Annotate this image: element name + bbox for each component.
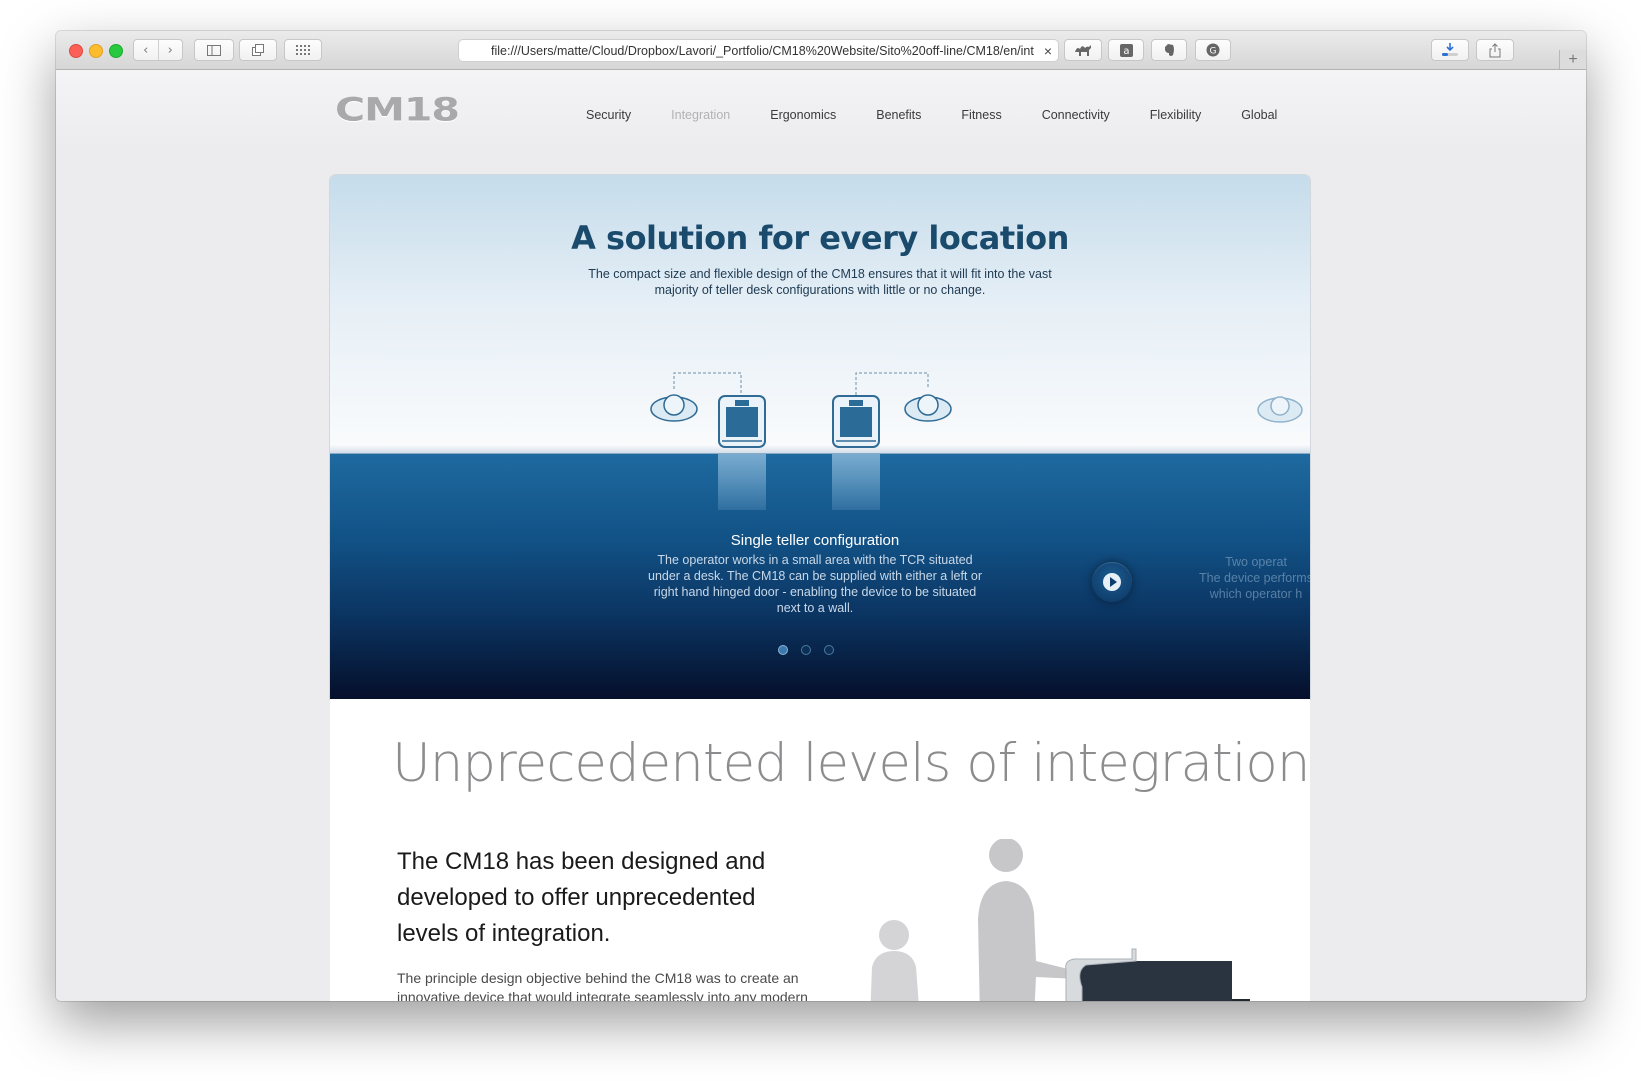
tabs-icon xyxy=(252,44,264,56)
share-icon xyxy=(1489,42,1501,57)
carousel-dot-3[interactable] xyxy=(824,645,834,655)
seated-person-silhouette xyxy=(870,920,919,1001)
browser-window: ‹ › file:///Users/matte/Cloud/Dropbox/La… xyxy=(56,31,1586,1001)
download-icon xyxy=(1442,43,1458,56)
standing-teller-silhouette xyxy=(978,839,1078,1001)
carousel-pager xyxy=(778,645,847,655)
teller-configuration-illustration xyxy=(650,372,1303,448)
carousel-dot-2[interactable] xyxy=(801,645,811,655)
evernote-icon xyxy=(1165,43,1174,56)
top-sites-button[interactable] xyxy=(284,39,322,61)
nav-security[interactable]: Security xyxy=(586,108,631,122)
operator-top-view-icon xyxy=(650,394,698,422)
back-forward-group: ‹ › xyxy=(133,39,183,61)
next-slide-line: which operator h xyxy=(1209,587,1303,601)
cm18-device-top-view-icon xyxy=(718,395,766,448)
browser-toolbar: ‹ › file:///Users/matte/Cloud/Dropbox/La… xyxy=(56,31,1586,70)
play-icon xyxy=(1110,577,1117,587)
next-slide-line: Two operat xyxy=(1225,555,1287,569)
slide-title: Single teller configuration xyxy=(730,532,900,549)
web-page: CM18 Security Integration Ergonomics Ben… xyxy=(56,70,1586,1001)
svg-text:a: a xyxy=(1123,46,1129,57)
extension-evernote-button[interactable] xyxy=(1151,39,1187,61)
nav-connectivity[interactable]: Connectivity xyxy=(1042,108,1110,122)
device-reflection xyxy=(832,454,880,510)
teller-scene-illustration xyxy=(870,839,1250,1001)
integration-section: Unprecedented levels of integration The … xyxy=(330,699,1310,1001)
extension-grammarly-button[interactable]: G xyxy=(1195,39,1231,61)
new-tab-button[interactable]: + xyxy=(1559,50,1586,69)
tabs-overview-button[interactable] xyxy=(239,39,277,61)
device-reflection xyxy=(718,454,766,510)
sidebar-icon xyxy=(207,44,221,56)
next-slide-button[interactable] xyxy=(1092,562,1132,602)
extension-amazon-button[interactable]: a xyxy=(1108,39,1144,61)
lead-text: The CM18 has been designed and developed… xyxy=(397,848,766,947)
next-slide-preview: Two operat The device performs which ope… xyxy=(1156,554,1310,602)
nav-ergonomics[interactable]: Ergonomics xyxy=(770,108,836,122)
next-slide-line: The device performs xyxy=(1199,571,1310,585)
cm18-device-top-view-icon xyxy=(832,395,880,448)
nav-benefits[interactable]: Benefits xyxy=(876,108,921,122)
connector-dashed-right xyxy=(855,372,929,395)
carousel-dot-1[interactable] xyxy=(778,645,788,655)
forward-arrow-icon[interactable]: › xyxy=(157,40,183,60)
minimize-window-button[interactable] xyxy=(89,44,103,58)
sidebar-toggle-button[interactable] xyxy=(194,39,234,61)
hero-carousel: A solution for every location The compac… xyxy=(330,175,1310,699)
address-bar[interactable]: file:///Users/matte/Cloud/Dropbox/Lavori… xyxy=(458,39,1059,62)
extension-camel-button[interactable] xyxy=(1064,39,1102,61)
nav-fitness[interactable]: Fitness xyxy=(961,108,1001,122)
nav-integration[interactable]: Integration xyxy=(671,108,730,122)
cm18-logo[interactable]: CM18 xyxy=(335,91,460,128)
section-heading: Unprecedented levels of integration xyxy=(392,733,1310,794)
address-bar-url: file:///Users/matte/Cloud/Dropbox/Lavori… xyxy=(491,43,1034,58)
zoom-window-button[interactable] xyxy=(109,44,123,58)
downloads-button[interactable] xyxy=(1431,39,1469,61)
grid-icon xyxy=(296,45,310,55)
connector-dashed-left xyxy=(673,372,742,395)
share-button[interactable] xyxy=(1476,39,1514,61)
close-window-button[interactable] xyxy=(69,44,83,58)
hero-subtitle: The compact size and flexible design of … xyxy=(588,267,1052,297)
operator-top-view-icon xyxy=(904,394,952,422)
nav-flexibility[interactable]: Flexibility xyxy=(1150,108,1201,122)
camel-icon xyxy=(1075,45,1091,56)
grammarly-icon: G xyxy=(1206,43,1220,57)
main-navigation: Security Integration Ergonomics Benefits… xyxy=(586,108,1277,122)
operator-top-view-icon xyxy=(1257,396,1303,423)
slide-caption: Single teller configuration The operator… xyxy=(642,532,988,616)
back-arrow-icon[interactable]: ‹ xyxy=(134,40,158,60)
nav-global[interactable]: Global xyxy=(1241,108,1277,122)
slide-description: The operator works in a small area with … xyxy=(648,553,982,615)
amazon-icon: a xyxy=(1119,43,1133,57)
cm18-machine-image xyxy=(1065,948,1250,1001)
svg-text:G: G xyxy=(1210,47,1217,57)
clear-url-icon[interactable]: × xyxy=(1038,43,1058,59)
hero-title: A solution for every location xyxy=(571,219,1069,257)
body-paragraph: The principle design objective behind th… xyxy=(397,970,808,1001)
